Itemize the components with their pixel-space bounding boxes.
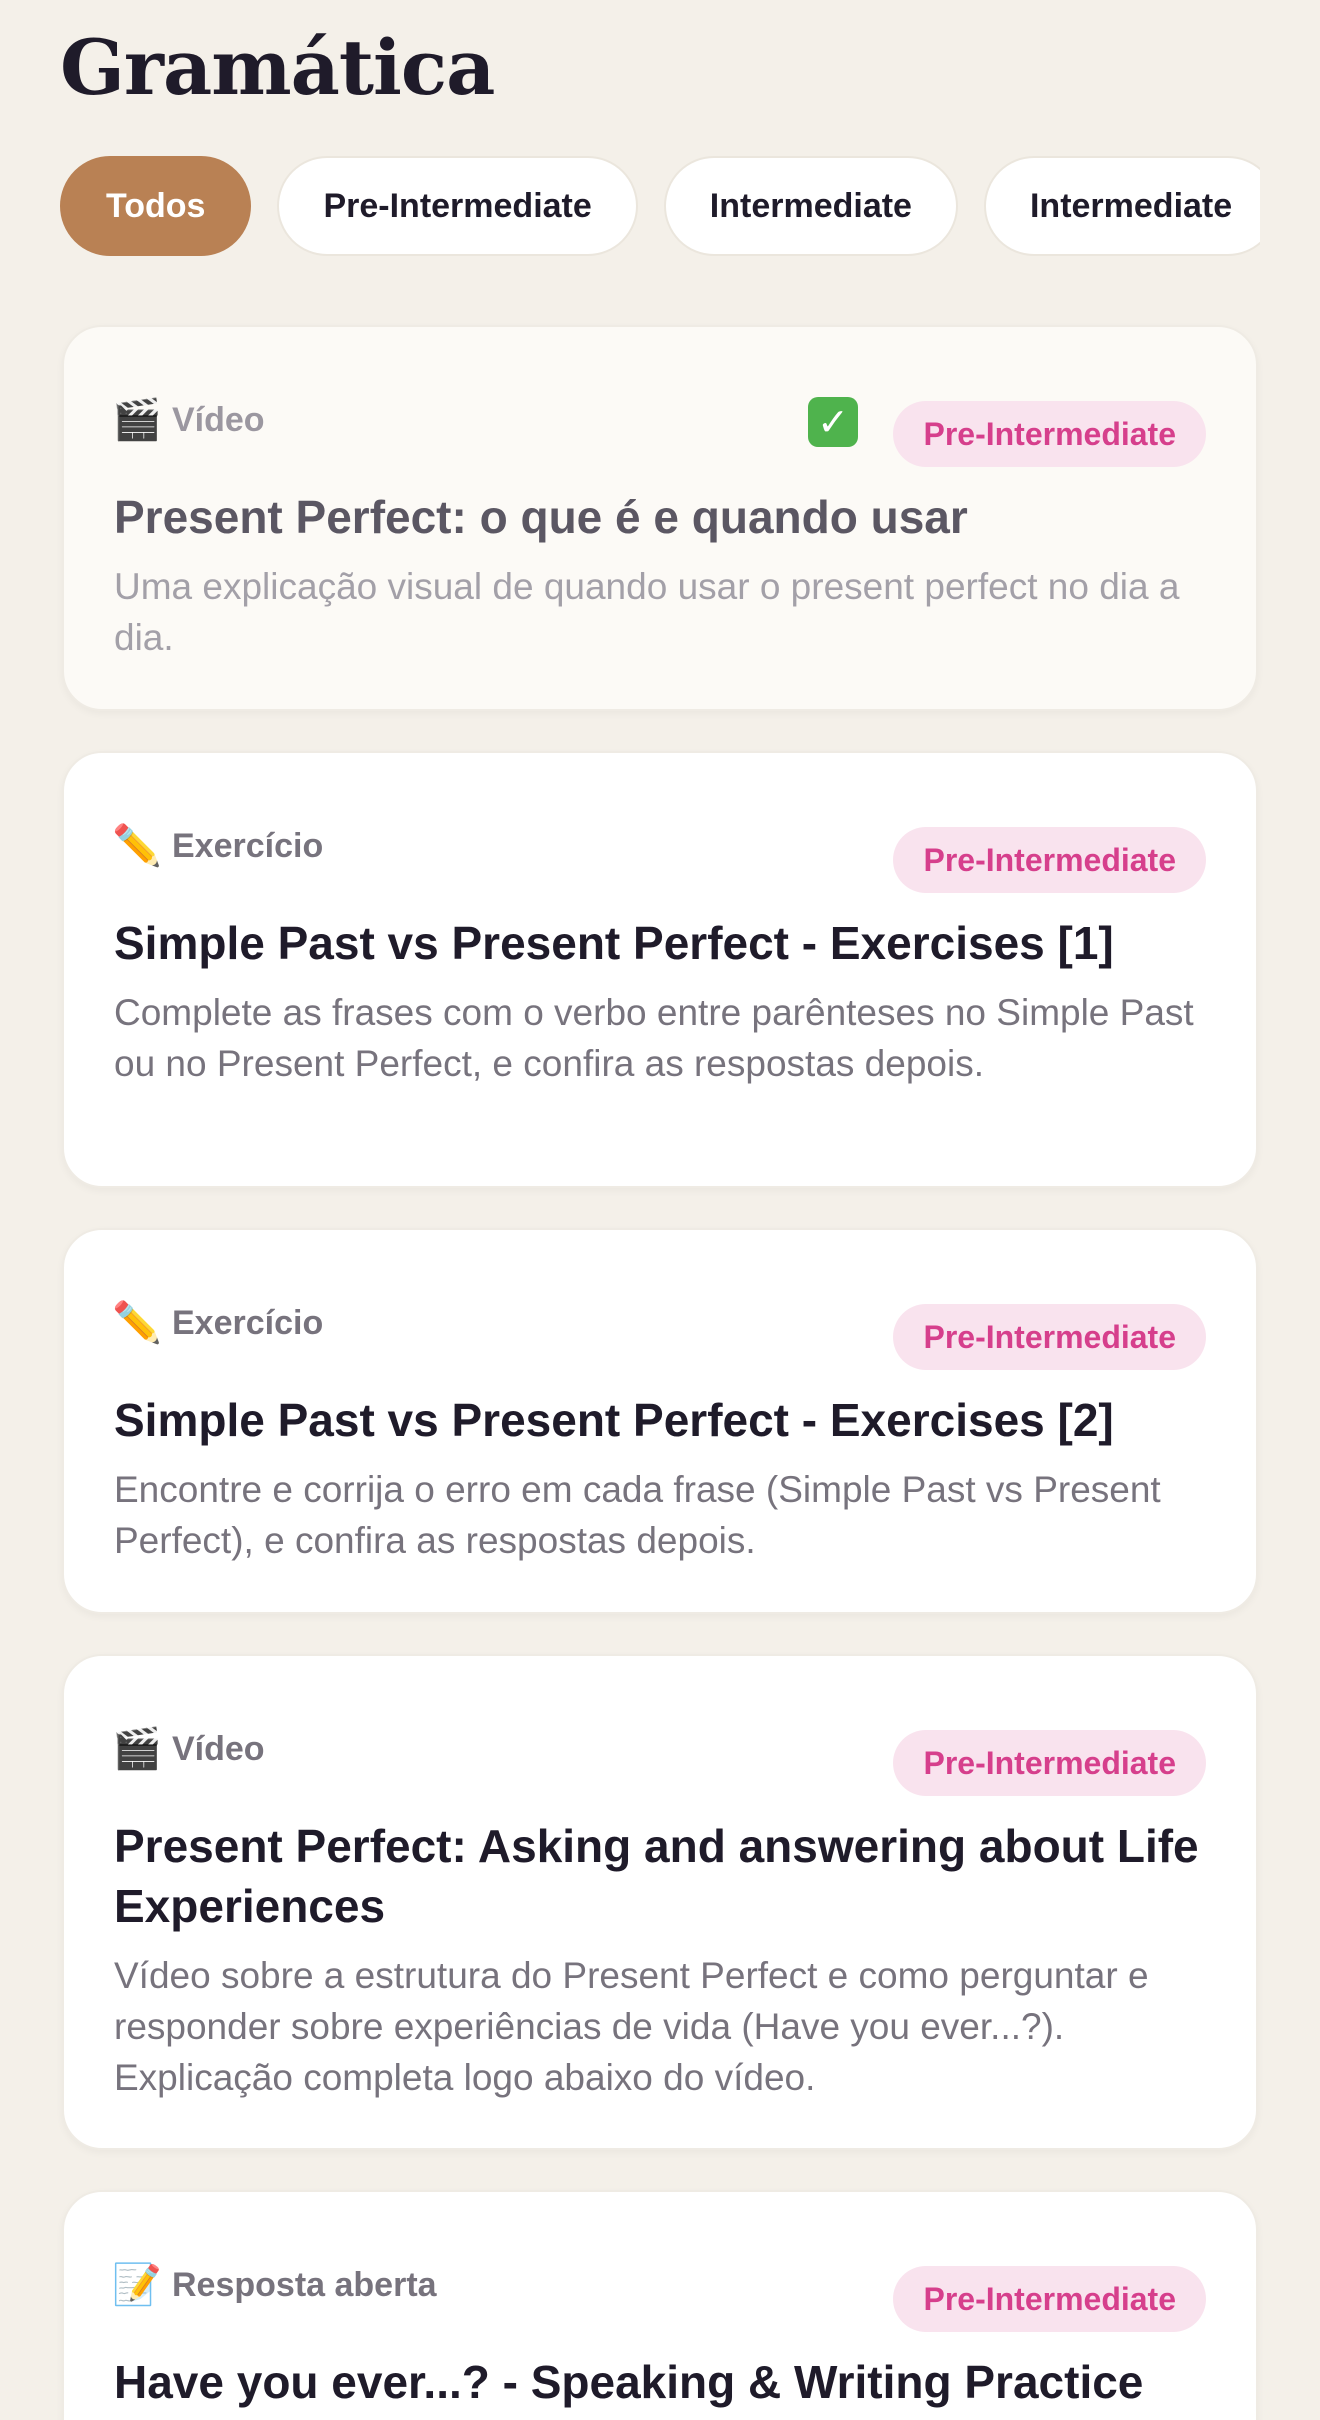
- content-type-label: Resposta aberta: [172, 2265, 437, 2304]
- filter-chip-intermediate[interactable]: Intermediate: [663, 156, 958, 256]
- memo-icon: 📝: [112, 2263, 162, 2307]
- content-type: 📝 Resposta aberta: [112, 2262, 437, 2308]
- level-badge: Pre-Intermediate: [893, 1730, 1206, 1796]
- filter-chip-pre-intermediate[interactable]: Pre-Intermediate: [277, 156, 638, 256]
- page-title: Gramática: [60, 23, 495, 112]
- card-description: Uma explicação visual de quando usar o p…: [114, 566, 1180, 658]
- pencil-icon: ✏️: [112, 1301, 162, 1345]
- card-title: Simple Past vs Present Perfect - Exercis…: [114, 917, 1114, 969]
- card-title: Present Perfect: Asking and answering ab…: [114, 1820, 1199, 1932]
- content-type: ✏️ Exercício: [112, 1300, 324, 1346]
- content-type-label: Exercício: [172, 1303, 324, 1342]
- level-badge: Pre-Intermediate: [893, 2266, 1206, 2332]
- completed-check-icon: ✓: [808, 397, 858, 447]
- card-description: Complete as frases com o verbo entre par…: [114, 992, 1194, 1084]
- content-type: 🎬 Vídeo: [112, 1726, 265, 1772]
- content-type: 🎬 Vídeo: [112, 397, 265, 443]
- card-description: Vídeo sobre a estrutura do Present Perfe…: [114, 1955, 1149, 2098]
- clapperboard-icon: 🎬: [112, 398, 162, 442]
- level-badge: Pre-Intermediate: [893, 1304, 1206, 1370]
- level-badge: Pre-Intermediate: [893, 827, 1206, 893]
- clapperboard-icon: 🎬: [112, 1727, 162, 1771]
- lesson-card[interactable]: 📝 Resposta aberta Pre-Intermediate Have …: [62, 2190, 1258, 2420]
- card-description: Encontre e corrija o erro em cada frase …: [114, 1469, 1161, 1561]
- level-filter-bar[interactable]: Todos Pre-Intermediate Intermediate Inte…: [60, 156, 1260, 256]
- lesson-card[interactable]: 🎬 Vídeo ✓ Pre-Intermediate Present Perfe…: [62, 325, 1258, 711]
- filter-chip-all[interactable]: Todos: [60, 156, 252, 256]
- content-type-label: Vídeo: [172, 1729, 265, 1768]
- pencil-icon: ✏️: [112, 824, 162, 868]
- lesson-card[interactable]: ✏️ Exercício Pre-Intermediate Simple Pas…: [62, 1228, 1258, 1614]
- grammar-page: Gramática Todos Pre-Intermediate Interme…: [0, 0, 1320, 2420]
- content-type-label: Vídeo: [172, 400, 265, 439]
- content-type: ✏️ Exercício: [112, 823, 324, 869]
- level-badge: Pre-Intermediate: [893, 401, 1206, 467]
- lesson-card[interactable]: 🎬 Vídeo Pre-Intermediate Present Perfect…: [62, 1654, 1258, 2150]
- card-title: Have you ever...? - Speaking & Writing P…: [114, 2356, 1144, 2408]
- content-type-label: Exercício: [172, 826, 324, 865]
- card-title: Simple Past vs Present Perfect - Exercis…: [114, 1394, 1114, 1446]
- filter-chip-intermediate-2[interactable]: Intermediate: [983, 156, 1260, 256]
- card-title: Present Perfect: o que é e quando usar: [114, 491, 968, 543]
- lesson-card[interactable]: ✏️ Exercício Pre-Intermediate Simple Pas…: [62, 751, 1258, 1188]
